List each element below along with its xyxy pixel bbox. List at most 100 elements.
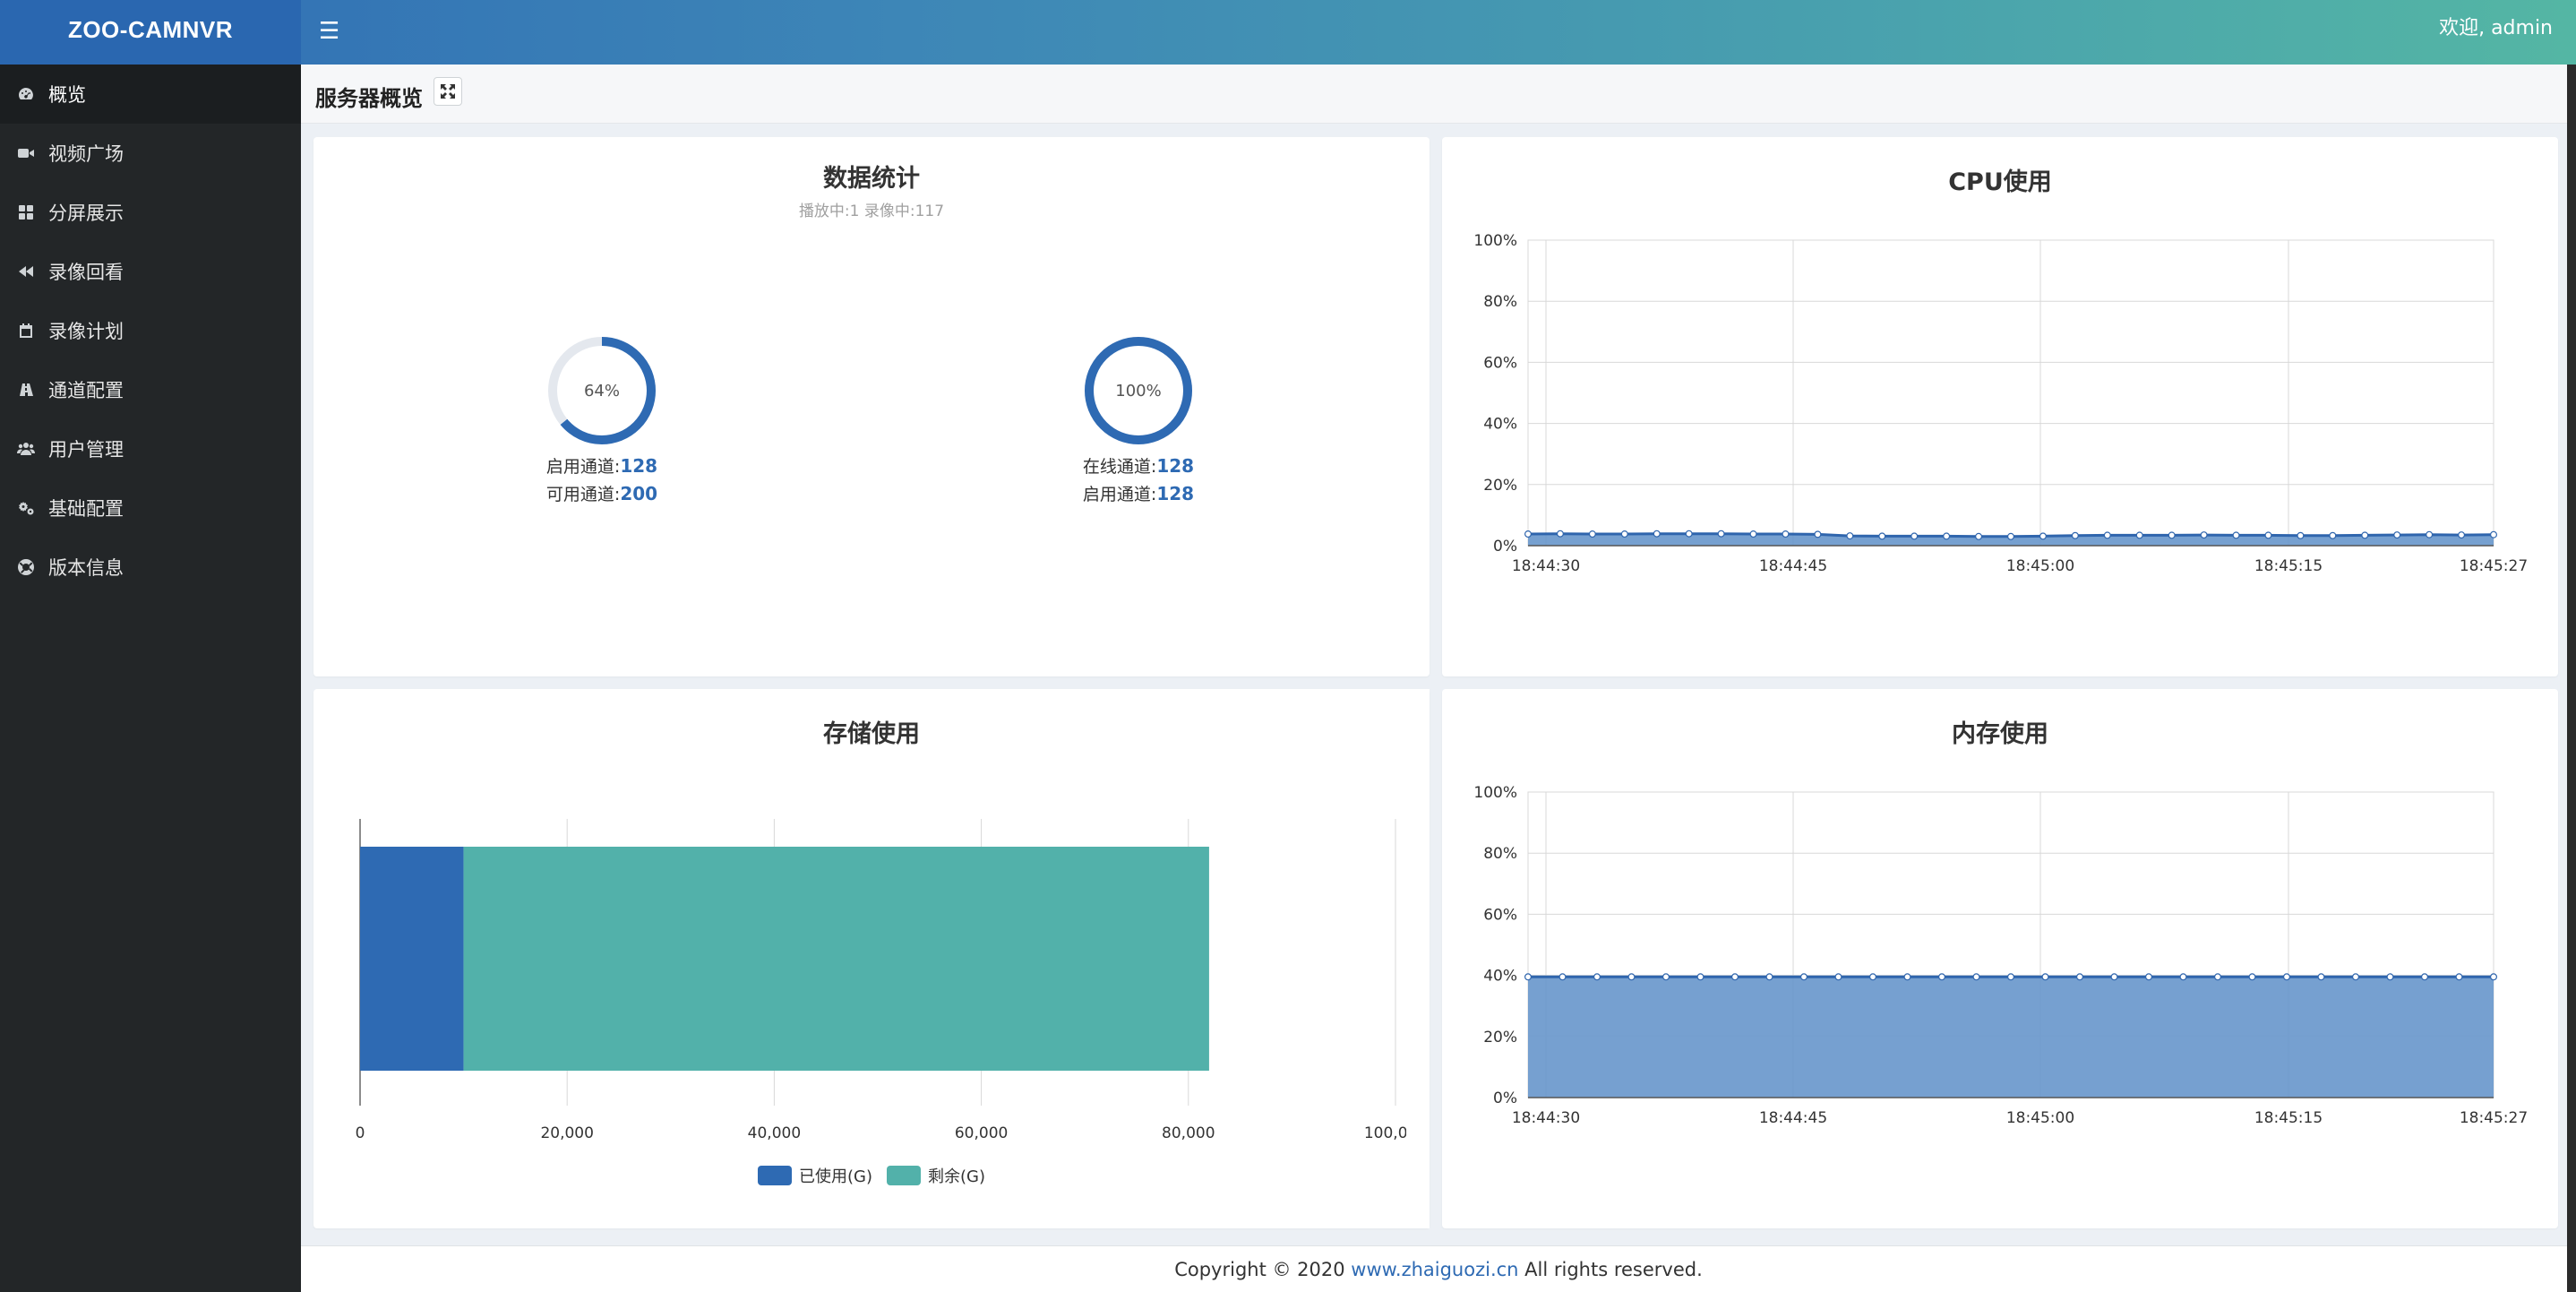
sidebar-item-label: 版本信息 xyxy=(48,557,124,579)
data-point xyxy=(2420,973,2428,981)
data-point xyxy=(1782,530,1790,538)
data-point xyxy=(2489,973,2497,981)
sidebar-item-split-screen[interactable]: 分屏展示 xyxy=(0,183,301,242)
x-tick-label: 18:45:27 xyxy=(2460,1109,2528,1127)
data-point xyxy=(1524,530,1532,538)
legend-swatch xyxy=(887,1166,921,1185)
data-point xyxy=(2386,973,2394,981)
sidebar-item-overview[interactable]: 概览 xyxy=(0,65,301,124)
y-tick-label: 20% xyxy=(1483,477,1517,495)
fullscreen-button[interactable] xyxy=(434,77,462,106)
gauge-value: 200 xyxy=(620,483,658,504)
storage-chart: 0 20,000 40,000 60,000 80,000 100,000 xyxy=(356,689,1430,1228)
x-tick-label: 18:44:45 xyxy=(1759,1109,1827,1127)
welcome-user[interactable]: 欢迎, admin xyxy=(2439,0,2553,57)
data-point xyxy=(2489,530,2497,538)
sidebar-item-label: 视频广场 xyxy=(48,143,124,165)
data-point xyxy=(2103,531,2111,539)
data-point xyxy=(2006,532,2014,540)
x-tick-label: 0 xyxy=(356,1124,365,1142)
window-edge xyxy=(2567,65,2576,1292)
data-point xyxy=(1653,530,1661,538)
gauge-value: 128 xyxy=(1156,455,1195,477)
sidebar-item-basic-config[interactable]: 基础配置 xyxy=(0,478,301,538)
footer-link[interactable]: www.zhaiguozi.cn xyxy=(1351,1259,1518,1280)
x-tick-label: 18:44:30 xyxy=(1512,557,1580,575)
cpu-chart: 100% 80% 60% 40% 20% 0%18:44:30 18:44:45 18:45:… xyxy=(1473,232,2528,575)
bar-segment xyxy=(360,847,464,1071)
gauge-label: 启用通道: xyxy=(545,457,621,477)
data-point xyxy=(2232,531,2240,539)
memory-panel: 内存使用 100% 80% 60% 40% 20% 0% 18:44:30 18:44:45 1… xyxy=(1442,689,2558,1228)
data-point xyxy=(2329,531,2337,539)
menu-toggle-icon[interactable]: ☰ xyxy=(319,18,339,45)
sidebar-item-playback[interactable]: 录像回看 xyxy=(0,242,301,301)
plot-frame xyxy=(1527,239,2494,547)
rewind-icon xyxy=(16,262,36,281)
channel-enabled-gauge: 64% 启用通道:128 可用通道:200 xyxy=(485,334,718,508)
sidebar-item-label: 用户管理 xyxy=(48,439,124,461)
gauge-ring: 64% xyxy=(548,337,656,444)
clip-mask xyxy=(1406,689,1430,1228)
data-point xyxy=(1588,530,1596,538)
y-tick-label: 40% xyxy=(1483,416,1517,434)
calendar-icon xyxy=(16,321,36,340)
storage-panel: 存储使用 0 20,000 40,000 60,000 80,000 100,000 已使… xyxy=(313,689,1430,1228)
gauge-value: 128 xyxy=(1156,483,1195,504)
data-point xyxy=(1972,973,1980,981)
data-point xyxy=(2039,532,2047,540)
y-tick-label: 40% xyxy=(1483,968,1517,986)
data-point xyxy=(2361,531,2369,539)
x-tick-label: 18:45:27 xyxy=(2460,557,2528,575)
gauge-ring: 100% xyxy=(1085,337,1192,444)
data-point xyxy=(2248,973,2256,981)
stats-title: 数据统计 xyxy=(823,165,920,193)
data-point xyxy=(1556,530,1564,538)
legend-swatch xyxy=(758,1166,792,1185)
footer: Copyright © 2020 www.zhaiguozi.cn All ri… xyxy=(301,1245,2576,1292)
sidebar-item-record-plan[interactable]: 录像计划 xyxy=(0,301,301,360)
data-point xyxy=(2179,973,2187,981)
footer-copyright: Copyright © 2020 xyxy=(1174,1259,1352,1280)
road-icon xyxy=(16,380,36,400)
legend-label: 剩余(G) xyxy=(928,1167,985,1186)
y-tick-label: 80% xyxy=(1483,845,1517,863)
stats-subtitle: 播放中:1 录像中:117 xyxy=(798,202,945,220)
app-logo[interactable]: ZOO-CAMNVR xyxy=(0,0,301,65)
data-point xyxy=(1814,530,1822,538)
stats-panel: 数据统计 播放中:1 录像中:117 64% 启用通道:128 可用通道:200… xyxy=(313,137,1430,676)
x-tick-label: 60,000 xyxy=(955,1124,1008,1142)
sidebar-item-version-info[interactable]: 版本信息 xyxy=(0,538,301,597)
data-point xyxy=(1834,973,1842,981)
bar-segment xyxy=(463,847,1209,1071)
x-tick-label: 18:44:45 xyxy=(1759,557,1827,575)
data-point xyxy=(1731,973,1739,981)
data-point xyxy=(2110,973,2118,981)
legend-item-free[interactable]: 剩余(G) xyxy=(887,1164,985,1187)
sidebar-item-video-square[interactable]: 视频广场 xyxy=(0,124,301,183)
data-point xyxy=(1524,973,1532,981)
users-icon xyxy=(16,439,36,459)
data-point xyxy=(1696,973,1704,981)
series-area xyxy=(1528,977,2494,1098)
data-point xyxy=(2393,531,2401,539)
x-tick-label: 18:45:00 xyxy=(2006,557,2074,575)
legend-label: 已使用(G) xyxy=(799,1167,872,1186)
sidebar-item-user-management[interactable]: 用户管理 xyxy=(0,419,301,478)
sidebar-item-channel-config[interactable]: 通道配置 xyxy=(0,360,301,419)
y-tick-label: 20% xyxy=(1483,1029,1517,1047)
data-point xyxy=(2455,973,2463,981)
sidebar-item-label: 基础配置 xyxy=(48,498,124,520)
content-header: 服务器概览 xyxy=(301,65,2576,124)
y-tick-label: 0% xyxy=(1493,538,1517,556)
data-point xyxy=(1717,530,1725,538)
data-point xyxy=(1558,973,1567,981)
data-point xyxy=(2458,531,2466,539)
data-point xyxy=(2075,973,2083,981)
sidebar: 概览 视频广场 分屏展示 录像回看 录像计划 通道配置 用户管理 基础配置 版本… xyxy=(0,65,301,1292)
sidebar-item-label: 概览 xyxy=(48,84,86,106)
data-point xyxy=(2200,531,2208,539)
legend-item-used[interactable]: 已使用(G) xyxy=(758,1164,872,1187)
gauge-line-1: 在线通道:128 xyxy=(1022,452,1255,480)
data-point xyxy=(1943,532,1951,540)
